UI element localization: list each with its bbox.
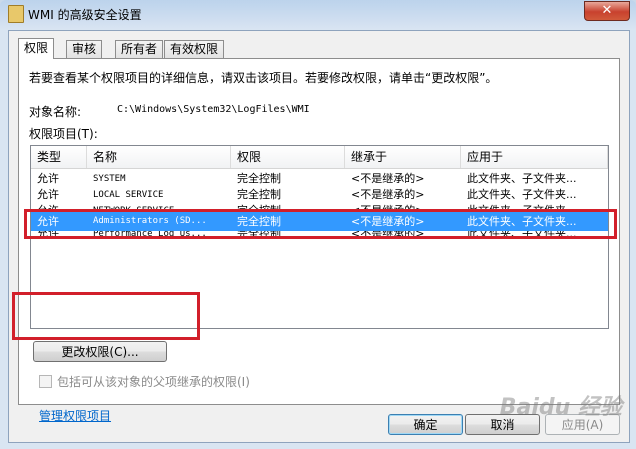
cell-permission: 完全控制 — [237, 188, 281, 201]
object-name-value: C:\Windows\System32\LogFiles\WMI — [117, 104, 310, 115]
table-row[interactable]: 允许 NETWORK SERVICE 完全控制 <不是继承的> 此文件夹、子文件… — [31, 203, 608, 212]
dialog-client: 权限 审核 所有者 有效权限 若要查看某个权限项目的详细信息，请双击该项目。若要… — [8, 30, 630, 443]
cell-name: Administrators (SD... — [93, 216, 207, 226]
cell-permission: 完全控制 — [237, 204, 281, 212]
manage-permission-entries-link[interactable]: 管理权限项目 — [39, 407, 111, 424]
tab-permissions[interactable]: 权限 — [18, 38, 55, 59]
permissions-panel: 若要查看某个权限项目的详细信息，请双击该项目。若要修改权限，请单击“更改权限”。… — [18, 58, 620, 423]
column-inherited-from[interactable]: 继承于 — [345, 146, 461, 168]
table-row[interactable]: 允许 SYSTEM 完全控制 <不是继承的> 此文件夹、子文件夹... — [31, 171, 608, 187]
cell-permission: 完全控制 — [237, 231, 281, 240]
window-title: WMI 的高级安全设置 — [28, 8, 142, 22]
title-bar[interactable]: WMI 的高级安全设置 ✕ — [0, 0, 636, 28]
folder-icon — [8, 5, 24, 23]
cell-name: SYSTEM — [93, 174, 126, 184]
cell-applies-to: 此文件夹、子文件夹... — [467, 215, 577, 228]
cell-inherited-from: <不是继承的> — [351, 172, 425, 185]
table-row[interactable]: 允许 Performance Log Us... 完全控制 <不是继承的> 此文… — [31, 231, 608, 242]
column-permission[interactable]: 权限 — [231, 146, 345, 168]
object-name-label: 对象名称: — [29, 105, 82, 119]
table-row-selected[interactable]: 允许 Administrators (SD... 完全控制 <不是继承的> 此文… — [31, 212, 608, 231]
cell-name: LOCAL SERVICE — [93, 190, 164, 200]
cell-inherited-from: <不是继承的> — [351, 231, 425, 240]
cell-permission: 完全控制 — [237, 172, 281, 185]
permission-entries-list[interactable]: 类型 名称 权限 继承于 应用于 允许 SYSTEM 完全控制 <不是继承的> … — [30, 145, 609, 329]
ok-button[interactable]: 确定 — [388, 414, 463, 435]
cell-applies-to: 此文件夹、子文件夹... — [467, 188, 577, 201]
cell-inherited-from: <不是继承的> — [351, 215, 425, 228]
permission-entries-label: 权限项目(T): — [29, 127, 98, 141]
cell-applies-to: 此文件夹、子文件夹... — [467, 204, 577, 212]
column-name[interactable]: 名称 — [87, 146, 231, 168]
inherit-checkbox-label: 包括可从该对象的父项继承的权限(I) — [57, 375, 250, 389]
baidu-watermark: Baidu 经验 — [499, 395, 622, 420]
tab-auditing[interactable]: 审核 — [66, 40, 103, 58]
cell-applies-to: 此文件夹、子文件夹... — [467, 172, 577, 185]
cell-type: 允许 — [37, 231, 59, 240]
cell-inherited-from: <不是继承的> — [351, 188, 425, 201]
column-type[interactable]: 类型 — [31, 146, 87, 168]
cell-type: 允许 — [37, 172, 59, 185]
list-header: 类型 名称 权限 继承于 应用于 — [31, 146, 608, 169]
cell-type: 允许 — [37, 188, 59, 201]
cell-name: Performance Log Us... — [93, 231, 207, 239]
table-row[interactable]: 允许 LOCAL SERVICE 完全控制 <不是继承的> 此文件夹、子文件夹.… — [31, 187, 608, 203]
info-text: 若要查看某个权限项目的详细信息，请双击该项目。若要修改权限，请单击“更改权限”。 — [29, 71, 498, 85]
inherit-checkbox[interactable] — [39, 375, 52, 388]
cell-applies-to: 此文件夹、子文件夹... — [467, 231, 577, 240]
column-applies-to[interactable]: 应用于 — [461, 146, 608, 168]
cell-inherited-from: <不是继承的> — [351, 204, 425, 212]
cell-type: 允许 — [37, 204, 59, 212]
change-permissions-button[interactable]: 更改权限(C)... — [33, 341, 167, 362]
cell-permission: 完全控制 — [237, 215, 281, 228]
cell-type: 允许 — [37, 215, 59, 228]
tab-owner[interactable]: 所有者 — [115, 40, 164, 58]
close-button[interactable]: ✕ — [584, 1, 630, 21]
cell-name: NETWORK SERVICE — [93, 206, 175, 212]
tab-effective-permissions[interactable]: 有效权限 — [164, 40, 225, 58]
dialog-window: WMI 的高级安全设置 ✕ 权限 审核 所有者 有效权限 若要查看某个权限项目的… — [0, 0, 636, 449]
